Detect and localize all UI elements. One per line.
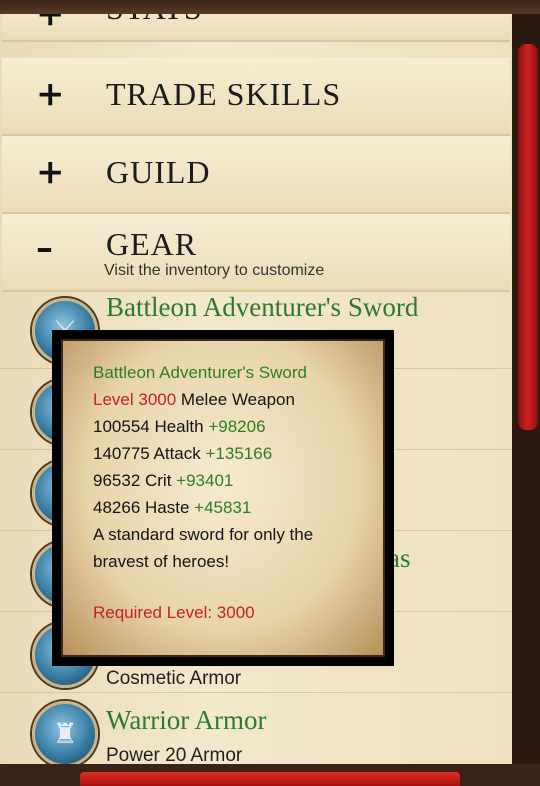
expand-icon: + bbox=[36, 14, 65, 34]
stat-bonus: +135166 bbox=[205, 444, 273, 463]
tooltip-description: A standard sword for only the bbox=[93, 525, 314, 544]
tooltip-item-name: Battleon Adventurer's Sword bbox=[93, 363, 307, 382]
stat-base: 140775 Attack bbox=[93, 444, 201, 463]
tooltip-level: Level 3000 bbox=[93, 390, 177, 409]
section-gear[interactable]: – GEAR bbox=[2, 214, 510, 292]
item-type: Power 20 Armor bbox=[106, 745, 243, 764]
stat-base: 96532 Crit bbox=[93, 471, 172, 490]
armor-icon: ♜ bbox=[32, 701, 98, 764]
tooltip-stat: 100554 Health +98206 bbox=[93, 417, 266, 437]
top-frame bbox=[0, 0, 540, 14]
item-name: Warrior Armor bbox=[106, 705, 267, 735]
stat-base: 48266 Haste bbox=[93, 498, 190, 517]
stat-bonus: +98206 bbox=[208, 417, 266, 436]
scrollbar-thumb[interactable] bbox=[518, 44, 538, 430]
item-tooltip: Battleon Adventurer's Sword Level 3000 M… bbox=[52, 330, 394, 666]
stat-bonus: +93401 bbox=[176, 471, 234, 490]
tooltip-type: Melee Weapon bbox=[180, 390, 295, 409]
section-title: GEAR bbox=[106, 226, 198, 262]
expand-icon: + bbox=[36, 152, 65, 192]
section-guild[interactable]: + GUILD bbox=[2, 136, 510, 214]
tooltip-stat: 140775 Attack +135166 bbox=[93, 444, 272, 464]
tooltip-level-line: Level 3000 Melee Weapon bbox=[93, 390, 295, 410]
expand-icon: + bbox=[36, 74, 65, 114]
tooltip-required-level: Required Level: 3000 bbox=[93, 603, 255, 622]
stat-bonus: +45831 bbox=[194, 498, 252, 517]
collapse-icon: – bbox=[36, 228, 53, 268]
item-type: Cosmetic Armor bbox=[106, 668, 242, 689]
bottom-button[interactable] bbox=[80, 772, 460, 786]
tooltip-stat: 48266 Haste +45831 bbox=[93, 498, 251, 518]
stat-base: 100554 Health bbox=[93, 417, 204, 436]
tooltip-stat: 96532 Crit +93401 bbox=[93, 471, 233, 491]
item-name: Battleon Adventurer's Sword bbox=[106, 292, 419, 322]
section-trade-skills[interactable]: + TRADE SKILLS bbox=[2, 58, 510, 136]
section-title: GUILD bbox=[106, 154, 211, 190]
gear-subtitle: Visit the inventory to customize bbox=[104, 262, 325, 279]
section-title: TRADE SKILLS bbox=[106, 76, 342, 112]
tooltip-parchment: Battleon Adventurer's Sword Level 3000 M… bbox=[61, 339, 385, 657]
section-stats[interactable]: + STATS bbox=[2, 14, 510, 42]
list-item[interactable]: ♜ Warrior Armor Power 20 Armor bbox=[0, 693, 512, 764]
tooltip-description: bravest of heroes! bbox=[93, 552, 230, 571]
section-title: STATS bbox=[106, 14, 203, 27]
